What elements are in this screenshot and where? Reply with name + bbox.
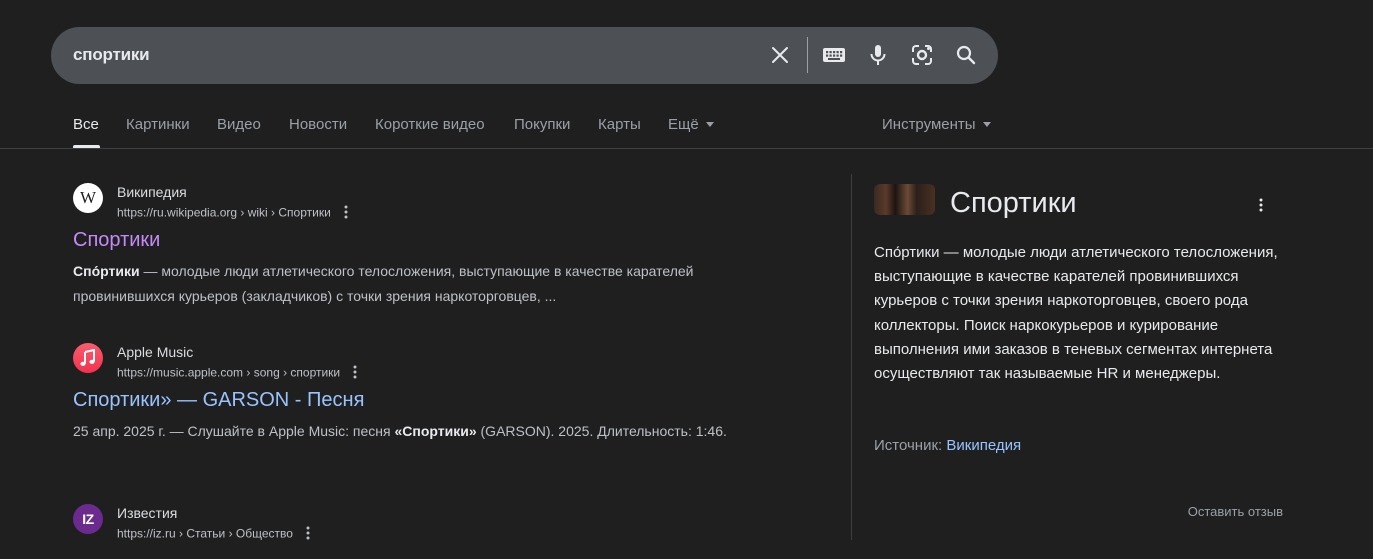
result-site-name[interactable]: Википедия (117, 184, 187, 200)
knowledge-panel-title: Спортики (950, 187, 1077, 219)
camera-lens-icon[interactable] (910, 43, 934, 67)
result-url[interactable]: https://music.apple.com › song › спортик… (117, 365, 357, 382)
tab-images[interactable]: Картинки (126, 116, 190, 133)
result-title-link[interactable]: Спортики» — GARSON - Песня (73, 389, 364, 412)
izvestia-icon: IZ (73, 504, 103, 534)
tab-short-video[interactable]: Короткие видео (375, 116, 485, 133)
knowledge-panel-divider (851, 174, 852, 540)
result-title-link[interactable]: Спортики (73, 229, 160, 252)
tab-more[interactable]: Ещё (668, 116, 714, 133)
result-snippet: 25 апр. 2025 г. — Слушайте в Apple Music… (73, 423, 727, 439)
more-options-icon[interactable] (353, 365, 357, 382)
tools-label: Инструменты (882, 116, 976, 133)
source-link[interactable]: Википедия (946, 437, 1021, 454)
tab-maps[interactable]: Карты (598, 116, 641, 133)
tab-more-label: Ещё (668, 116, 699, 133)
close-icon[interactable] (768, 43, 792, 67)
knowledge-panel-thumbnail[interactable] (874, 184, 935, 215)
search-input[interactable]: спортики (73, 45, 150, 65)
header-divider (0, 148, 1373, 149)
result-site-name[interactable]: Известия (117, 505, 177, 521)
chevron-down-icon (705, 121, 714, 127)
result-site-name[interactable]: Apple Music (117, 344, 193, 360)
tab-shopping[interactable]: Покупки (514, 116, 570, 133)
microphone-icon[interactable] (866, 43, 890, 67)
feedback-link[interactable]: Оставить отзыв (1188, 504, 1283, 519)
keyboard-icon[interactable] (822, 43, 846, 67)
result-snippet: Спо́ртики — молодые люди атлетического т… (73, 263, 694, 304)
knowledge-panel-source: Источник: Википедия (874, 437, 1022, 454)
tab-video[interactable]: Видео (217, 116, 261, 133)
tab-news[interactable]: Новости (289, 116, 347, 133)
chevron-down-icon (982, 121, 991, 127)
more-options-icon[interactable] (306, 526, 310, 543)
result-url[interactable]: https://ru.wikipedia.org › wiki › Спорти… (117, 205, 348, 222)
more-options-icon[interactable] (1259, 198, 1263, 217)
result-url[interactable]: https://iz.ru › Статьи › Общество (117, 526, 310, 543)
apple-music-icon (73, 343, 103, 373)
search-bar-divider (807, 37, 808, 73)
tools-button[interactable]: Инструменты (882, 116, 991, 133)
tab-all[interactable]: Все (73, 116, 99, 133)
wikipedia-icon: W (73, 183, 103, 213)
knowledge-panel-description: Спо́ртики — молодые люди атлетического т… (874, 244, 1278, 383)
search-bar[interactable]: спортики (51, 27, 998, 84)
search-icon[interactable] (954, 43, 978, 67)
more-options-icon[interactable] (344, 205, 348, 222)
